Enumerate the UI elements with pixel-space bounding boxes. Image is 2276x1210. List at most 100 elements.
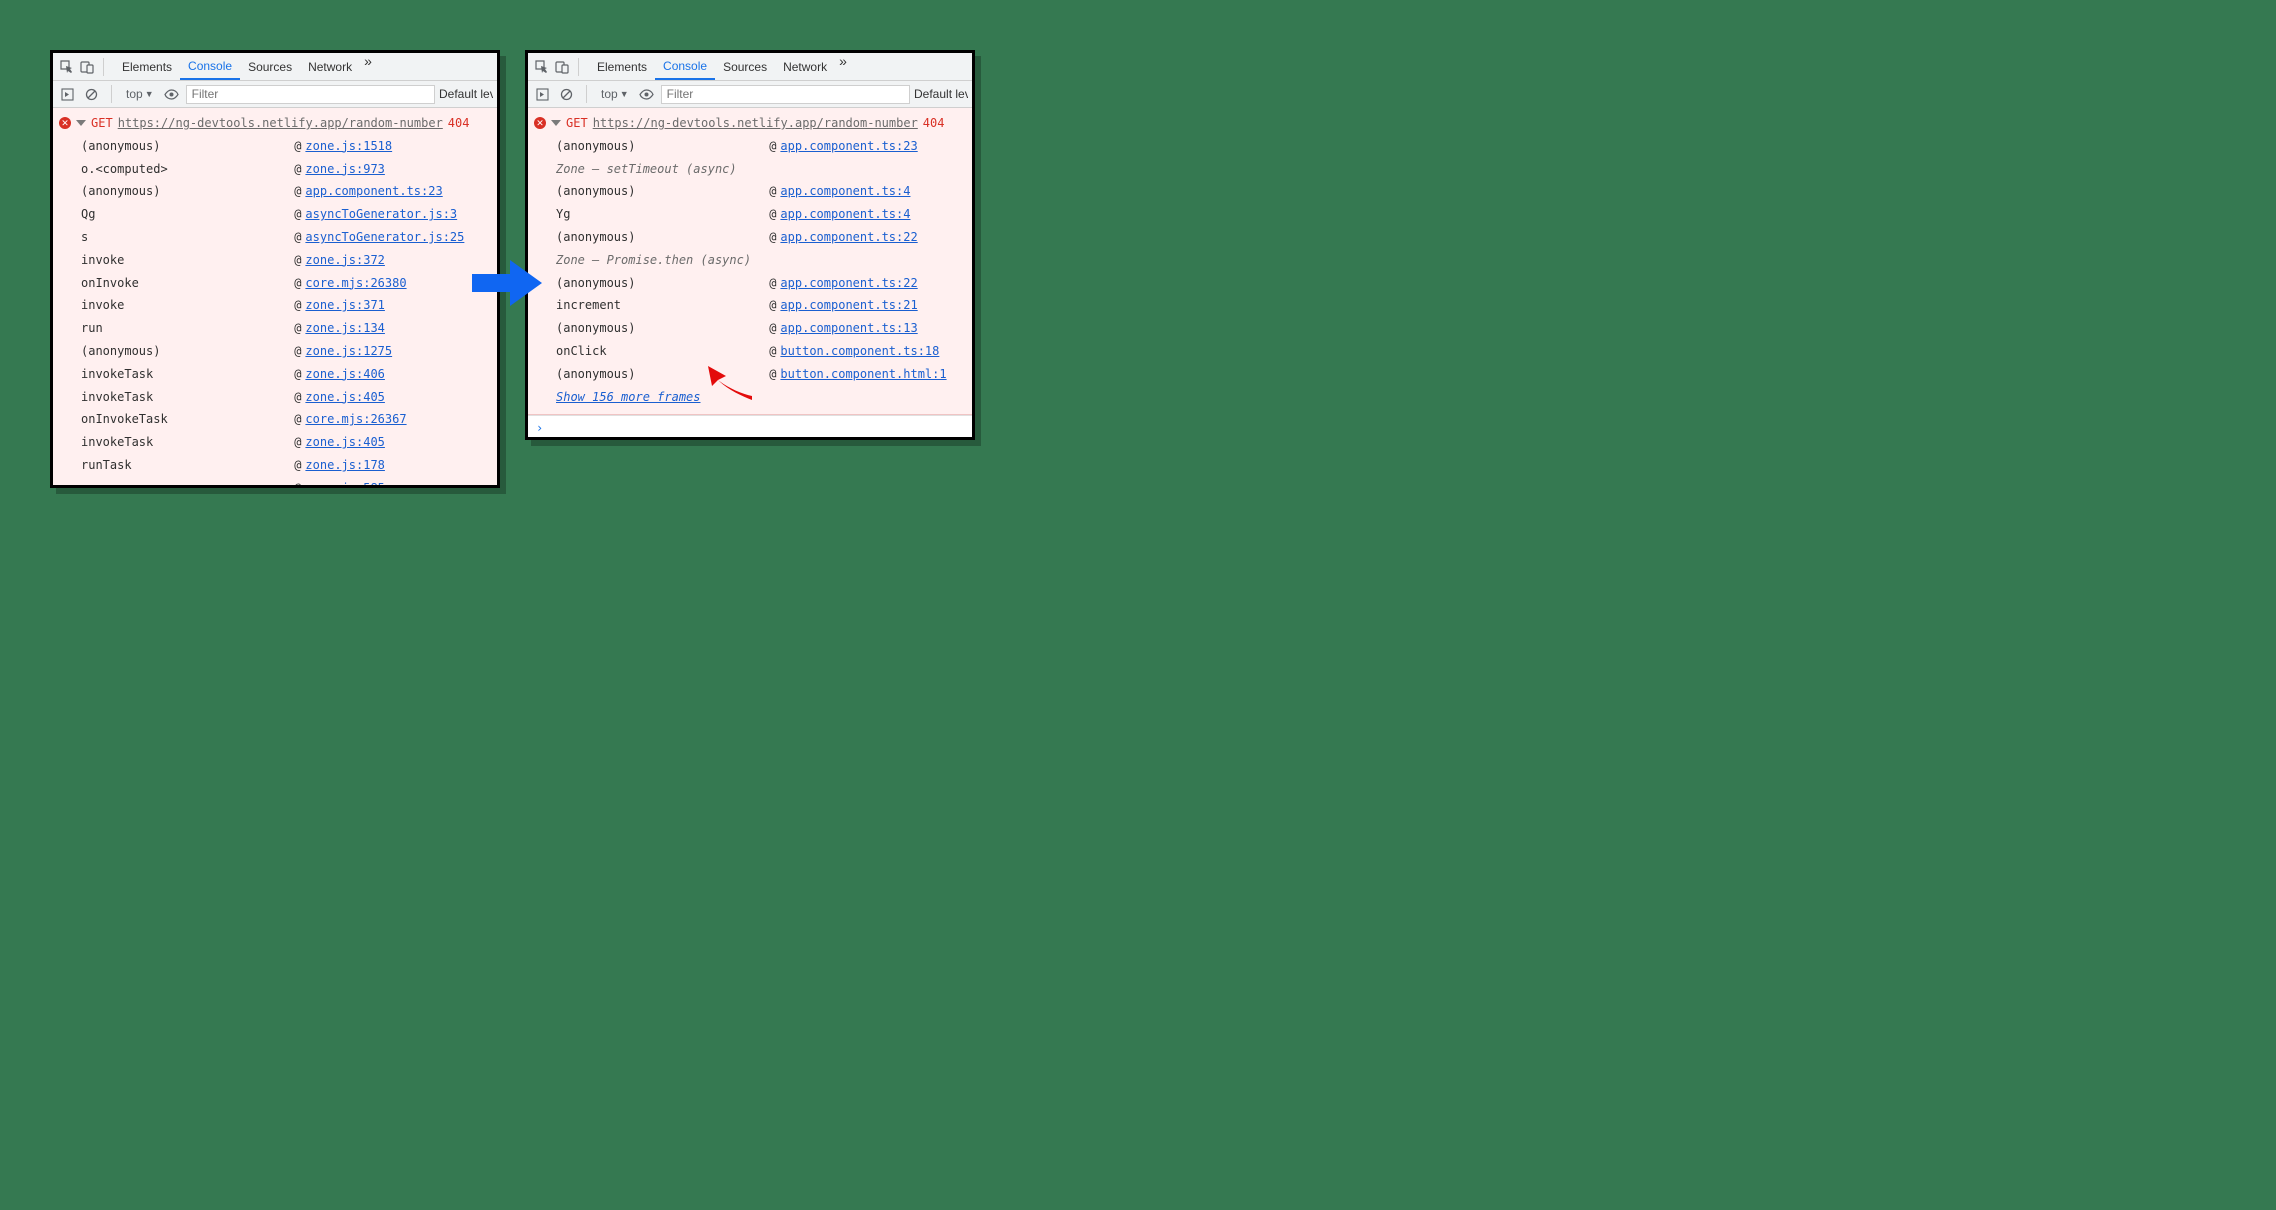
frame-location[interactable]: zone.js:372 (305, 249, 384, 272)
inspect-icon[interactable] (59, 59, 75, 75)
at-symbol: @ (769, 317, 776, 340)
stack-frame: invokeTask@zone.js:406 (81, 363, 491, 386)
stack-frame: invoke@zone.js:371 (81, 294, 491, 317)
filter-input[interactable] (661, 85, 910, 104)
expand-triangle-icon[interactable] (551, 120, 561, 126)
at-symbol: @ (769, 363, 776, 386)
console-sidebar-icon[interactable] (534, 86, 550, 102)
frame-function: s (81, 226, 294, 249)
tab-network[interactable]: Network (300, 53, 360, 80)
frame-function: _ (81, 477, 294, 488)
levels-dropdown[interactable]: Default levels (439, 87, 493, 101)
device-toggle-icon[interactable] (554, 59, 570, 75)
at-symbol: @ (294, 272, 301, 295)
tab-sources[interactable]: Sources (715, 53, 775, 80)
tab-strip: Elements Console Sources Network » (114, 53, 493, 80)
async-boundary: Zone — setTimeout (async) (556, 158, 966, 181)
frame-function: (anonymous) (556, 180, 769, 203)
frame-function: run (81, 317, 294, 340)
frame-location[interactable]: zone.js:973 (305, 158, 384, 181)
eye-icon[interactable] (639, 86, 655, 102)
filter-input[interactable] (186, 85, 435, 104)
frame-function: onInvokeTask (81, 408, 294, 431)
more-tabs-icon[interactable]: » (364, 53, 372, 80)
console-prompt[interactable]: › (528, 415, 972, 439)
http-url[interactable]: https://ng-devtools.netlify.app/random-n… (593, 112, 918, 135)
frame-location[interactable]: app.component.ts:22 (780, 272, 917, 295)
frame-function: (anonymous) (556, 317, 769, 340)
tab-strip: Elements Console Sources Network » (589, 53, 968, 80)
tab-console[interactable]: Console (655, 53, 715, 80)
stack-frame: onInvokeTask@core.mjs:26367 (81, 408, 491, 431)
console-sidebar-icon[interactable] (59, 86, 75, 102)
context-dropdown[interactable]: top ▼ (122, 87, 158, 101)
frame-location[interactable]: app.component.ts:23 (780, 135, 917, 158)
show-more-label[interactable]: Show 156 more frames (556, 386, 701, 409)
frame-location[interactable]: zone.js:1275 (305, 340, 392, 363)
frame-location[interactable]: zone.js:1518 (305, 135, 392, 158)
frame-function: Yg (556, 203, 769, 226)
error-header[interactable]: ✕ GET https://ng-devtools.netlify.app/ra… (53, 112, 497, 135)
frame-location[interactable]: app.component.ts:23 (305, 180, 442, 203)
tab-elements[interactable]: Elements (589, 53, 655, 80)
expand-triangle-icon[interactable] (76, 120, 86, 126)
tab-console[interactable]: Console (180, 53, 240, 80)
frame-location[interactable]: zone.js:371 (305, 294, 384, 317)
frame-location[interactable]: asyncToGenerator.js:3 (305, 203, 457, 226)
frame-location[interactable]: app.component.ts:22 (780, 226, 917, 249)
context-dropdown[interactable]: top ▼ (597, 87, 633, 101)
async-label: Zone — setTimeout (async) (556, 158, 966, 181)
error-header[interactable]: ✕ GET https://ng-devtools.netlify.app/ra… (528, 112, 972, 135)
frame-function: (anonymous) (81, 135, 294, 158)
context-label: top (601, 87, 618, 101)
http-method: GET (91, 112, 113, 135)
http-status: 404 (448, 112, 470, 135)
frame-location[interactable]: app.component.ts:13 (780, 317, 917, 340)
tab-network[interactable]: Network (775, 53, 835, 80)
frame-location[interactable]: zone.js:405 (305, 386, 384, 409)
frame-location[interactable]: zone.js:134 (305, 317, 384, 340)
frame-location[interactable]: app.component.ts:4 (780, 203, 910, 226)
devtools-toolbar: Elements Console Sources Network » (53, 53, 497, 81)
frame-location[interactable]: button.component.html:1 (780, 363, 946, 386)
at-symbol: @ (294, 317, 301, 340)
more-tabs-icon[interactable]: » (839, 53, 847, 80)
frame-function: invokeTask (81, 386, 294, 409)
frame-location[interactable]: zone.js:585 (305, 477, 384, 488)
at-symbol: @ (769, 180, 776, 203)
frame-location[interactable]: asyncToGenerator.js:25 (305, 226, 464, 249)
stack-frame: onInvoke@core.mjs:26380 (81, 272, 491, 295)
frame-function: invoke (81, 249, 294, 272)
at-symbol: @ (294, 431, 301, 454)
frame-location[interactable]: zone.js:406 (305, 363, 384, 386)
toolbar-separator (578, 58, 579, 76)
clear-console-icon[interactable] (558, 86, 574, 102)
inspect-icon[interactable] (534, 59, 550, 75)
frame-location[interactable]: app.component.ts:4 (780, 180, 910, 203)
frame-location[interactable]: core.mjs:26367 (305, 408, 406, 431)
stack-frame: (anonymous)@zone.js:1275 (81, 340, 491, 363)
subbar-separator (586, 85, 587, 103)
levels-dropdown[interactable]: Default levels (914, 87, 968, 101)
clear-console-icon[interactable] (83, 86, 99, 102)
tab-sources[interactable]: Sources (240, 53, 300, 80)
at-symbol: @ (769, 135, 776, 158)
highlight-arrow-icon (708, 366, 752, 402)
frame-location[interactable]: button.component.ts:18 (780, 340, 939, 363)
eye-icon[interactable] (164, 86, 180, 102)
at-symbol: @ (294, 454, 301, 477)
at-symbol: @ (769, 340, 776, 363)
frame-location[interactable]: zone.js:405 (305, 431, 384, 454)
frame-function: o.<computed> (81, 158, 294, 181)
frame-location[interactable]: zone.js:178 (305, 454, 384, 477)
show-more-frames[interactable]: Show 156 more frames (556, 386, 966, 409)
toolbar-separator (103, 58, 104, 76)
http-method: GET (566, 112, 588, 135)
tab-elements[interactable]: Elements (114, 53, 180, 80)
http-url[interactable]: https://ng-devtools.netlify.app/random-n… (118, 112, 443, 135)
device-toggle-icon[interactable] (79, 59, 95, 75)
stack-frame: Qg@asyncToGenerator.js:3 (81, 203, 491, 226)
frame-location[interactable]: app.component.ts:21 (780, 294, 917, 317)
stack-frame: o.<computed>@zone.js:973 (81, 158, 491, 181)
frame-location[interactable]: core.mjs:26380 (305, 272, 406, 295)
